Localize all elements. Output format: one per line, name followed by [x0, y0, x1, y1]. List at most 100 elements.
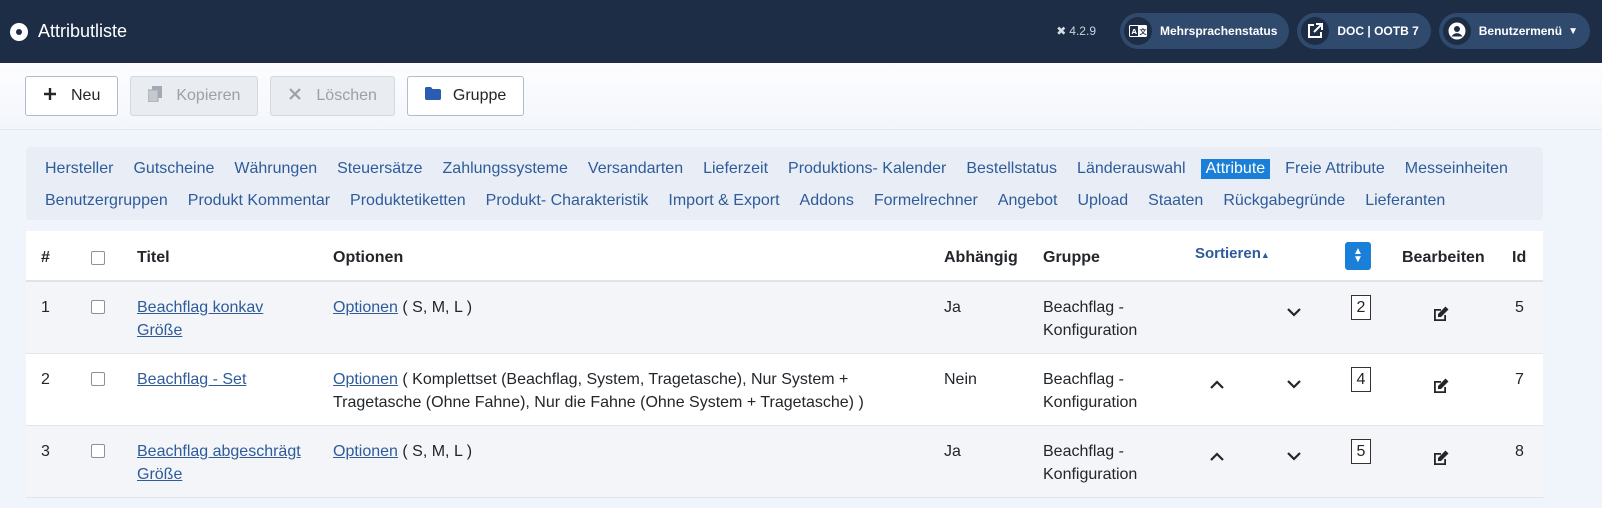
copy-icon — [147, 85, 163, 107]
copy-button[interactable]: Kopieren — [130, 76, 259, 116]
row-num: 1 — [41, 299, 50, 316]
version-number: 4.2.9 — [1069, 24, 1096, 38]
svg-text:文: 文 — [1140, 27, 1148, 36]
submenu-item[interactable]: Upload — [1072, 191, 1133, 211]
submenu-item-active[interactable]: Attribute — [1200, 159, 1271, 179]
order-value[interactable]: 2 — [1351, 295, 1371, 320]
row-title: Beachflag konkav Größe — [137, 296, 263, 342]
table-header: # Titel Optionen Abhängig Gruppe Sortier… — [26, 231, 1543, 282]
caret-up-icon: ▲ — [1260, 250, 1270, 260]
row-group-line2: Konfiguration — [1043, 466, 1138, 483]
submenu-item[interactable]: Lieferzeit — [698, 159, 773, 179]
submenu-item[interactable]: Versandarten — [583, 159, 688, 179]
row-title-link-line2[interactable]: Größe — [137, 319, 263, 342]
options-link[interactable]: Optionen — [333, 371, 398, 388]
header-actions: ✖ 4.2.9 A文 Mehrsprachenstatus DOC | OOTB… — [1056, 13, 1590, 49]
sort-order-button[interactable]: ▲ ▼ — [1345, 242, 1371, 270]
row-title-link-line2[interactable]: Größe — [137, 463, 301, 486]
move-down-icon[interactable] — [1287, 380, 1301, 389]
submenu-item[interactable]: Zahlungssysteme — [438, 159, 573, 179]
header-options: Optionen — [333, 249, 404, 266]
submenu-item[interactable]: Freie Attribute — [1280, 159, 1390, 179]
submenu-item[interactable]: Addons — [795, 191, 859, 211]
submenu-item[interactable]: Import & Export — [663, 191, 784, 211]
group-button-label: Gruppe — [452, 87, 507, 104]
row-checkbox[interactable] — [91, 372, 105, 386]
edit-icon[interactable] — [1432, 378, 1449, 394]
row-group-line1: Beachflag - — [1043, 299, 1124, 316]
multilanguage-status-button[interactable]: A文 Mehrsprachenstatus — [1120, 13, 1290, 49]
header-num: # — [41, 249, 50, 266]
svg-text:A: A — [1132, 28, 1138, 36]
version-info: ✖ 4.2.9 — [1056, 24, 1096, 38]
close-icon — [288, 87, 302, 105]
delete-button[interactable]: Löschen — [270, 76, 395, 116]
row-group-line2: Konfiguration — [1043, 322, 1138, 339]
language-icon: A文 — [1124, 17, 1152, 45]
submenu-item[interactable]: Produkt- Charakteristik — [481, 191, 654, 211]
submenu-item[interactable]: Messeinheiten — [1400, 159, 1513, 179]
submenu-item[interactable]: Länderauswahl — [1072, 159, 1191, 179]
submenu-item[interactable]: Lieferanten — [1360, 191, 1450, 211]
submenu-item[interactable]: Produkt Kommentar — [183, 191, 335, 211]
move-up-icon[interactable] — [1210, 452, 1224, 461]
row-group-line1: Beachflag - — [1043, 371, 1124, 388]
submenu-item[interactable]: Steuersätze — [332, 159, 427, 179]
submenu-item[interactable]: Produktetiketten — [345, 191, 471, 211]
row-group: Beachflag - Konfiguration — [1043, 440, 1137, 486]
submenu-item[interactable]: Gutscheine — [128, 159, 219, 179]
row-title-link[interactable]: Beachflag abgeschrägt — [137, 440, 301, 463]
row-dependent: Ja — [944, 443, 961, 460]
row-options: Optionen ( Komplettset (Beachflag, Syste… — [333, 368, 864, 414]
submenu: Hersteller Gutscheine Währungen Steuersä… — [26, 147, 1543, 220]
submenu-item[interactable]: Produktions- Kalender — [783, 159, 951, 179]
sort-column-header[interactable]: Sortieren▲ — [1195, 245, 1270, 262]
app-header: Attributliste ✖ 4.2.9 A文 Mehrsprachensta… — [0, 0, 1602, 63]
submenu-item[interactable]: Rückgabegründe — [1218, 191, 1350, 211]
submenu-item[interactable]: Benutzergruppen — [40, 191, 173, 211]
move-up-icon[interactable] — [1210, 380, 1224, 389]
select-all-checkbox[interactable] — [91, 251, 105, 265]
submenu-item[interactable]: Angebot — [993, 191, 1063, 211]
header-edit: Bearbeiten — [1402, 249, 1485, 266]
submenu-item[interactable]: Währungen — [229, 159, 322, 179]
external-link-icon — [1301, 17, 1330, 45]
plus-icon — [43, 87, 57, 106]
row-checkbox[interactable] — [91, 444, 105, 458]
group-button[interactable]: Gruppe — [406, 76, 525, 116]
user-menu-button[interactable]: Benutzermenü ▼ — [1438, 13, 1590, 49]
row-group-line1: Beachflag - — [1043, 443, 1124, 460]
toolbar: Neu Kopieren Löschen Gruppe — [0, 63, 1602, 130]
edit-icon[interactable] — [1432, 450, 1449, 466]
submenu-item[interactable]: Bestellstatus — [961, 159, 1062, 179]
folder-icon — [424, 87, 441, 105]
table-row: 3 Beachflag abgeschrägt Größe Optionen (… — [26, 426, 1543, 498]
header-group: Gruppe — [1043, 249, 1100, 266]
submenu-item[interactable]: Hersteller — [40, 159, 118, 179]
submenu-item[interactable]: Formelrechner — [869, 191, 983, 211]
new-button[interactable]: Neu — [25, 76, 119, 116]
sort-arrows-icon: ▲ ▼ — [1353, 246, 1363, 265]
joomla-small-icon: ✖ — [1056, 24, 1067, 38]
options-link[interactable]: Optionen — [333, 299, 398, 316]
order-value[interactable]: 5 — [1351, 439, 1371, 464]
move-down-icon[interactable] — [1287, 452, 1301, 461]
row-checkbox[interactable] — [91, 300, 105, 314]
submenu-item[interactable]: Staaten — [1143, 191, 1208, 211]
options-values: ( S, M, L ) — [397, 443, 473, 460]
chevron-down-icon: ▼ — [1568, 25, 1578, 37]
submenu-row-2: Benutzergruppen Produkt Kommentar Produk… — [40, 185, 1529, 217]
row-title-link[interactable]: Beachflag - Set — [137, 368, 246, 391]
user-menu-label: Benutzermenü — [1478, 24, 1563, 38]
order-value[interactable]: 4 — [1351, 367, 1371, 392]
row-id: 5 — [1515, 299, 1524, 316]
delete-button-label: Löschen — [316, 87, 377, 104]
move-down-icon[interactable] — [1287, 308, 1301, 317]
edit-icon[interactable] — [1432, 306, 1449, 322]
row-dependent: Nein — [944, 371, 977, 388]
row-title-link[interactable]: Beachflag konkav — [137, 296, 263, 319]
options-link[interactable]: Optionen — [333, 443, 398, 460]
header-id: Id — [1512, 249, 1527, 266]
row-id: 8 — [1515, 443, 1524, 460]
site-link-button[interactable]: DOC | OOTB 7 — [1297, 13, 1431, 49]
